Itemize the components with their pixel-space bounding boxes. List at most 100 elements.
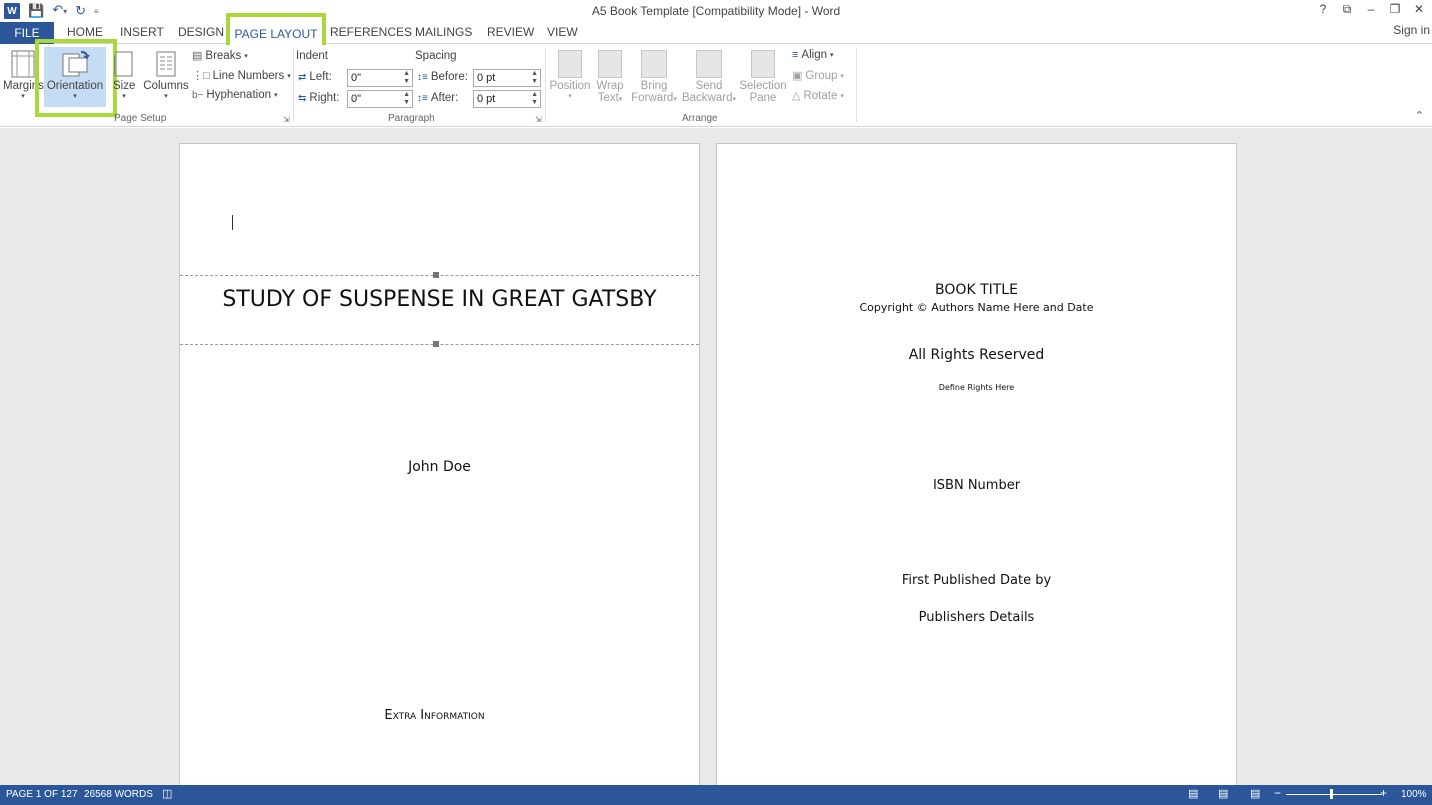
group-button[interactable]: ▣ Group ▾ [792, 69, 844, 83]
breaks-icon: ▤ [192, 50, 203, 62]
zoom-level[interactable]: 100% [1401, 789, 1427, 800]
tab-mailings[interactable]: MAILINGS [415, 25, 472, 39]
rotate-button[interactable]: △ Rotate ▾ [792, 89, 844, 103]
indent-right-value: 0" [351, 93, 362, 105]
bring-forward-button[interactable]: Bring Forward▾ [628, 50, 680, 104]
help-button[interactable]: ? [1316, 2, 1330, 17]
proofing-icon[interactable]: ◫ [162, 787, 172, 800]
header-boundary [180, 275, 699, 276]
tab-home[interactable]: HOME [67, 25, 103, 39]
all-rights-reserved[interactable]: All Rights Reserved [717, 347, 1236, 363]
extra-information[interactable]: Extra Information [175, 708, 694, 723]
spacing-after-input[interactable]: 0 pt ▲ ▼ [473, 90, 541, 108]
selection-pane-button[interactable]: Selection Pane [738, 50, 788, 104]
align-button[interactable]: ≡ Align ▾ [792, 49, 834, 61]
print-layout-icon[interactable]: ▤ [1218, 787, 1228, 800]
hyphenation-icon: b− [192, 89, 204, 101]
size-button[interactable]: Size ▾ [113, 50, 135, 100]
wrap-text-label-2: Text [597, 92, 619, 104]
columns-label: Columns [143, 80, 189, 92]
group-label: Group [805, 69, 838, 82]
spacing-before-spinner-icon[interactable]: ▲ ▼ [531, 70, 538, 86]
line-numbers-button[interactable]: ⋮□ Line Numbers ▾ [192, 69, 291, 83]
header-boundary [180, 344, 699, 345]
status-bar: PAGE 1 OF 127 26568 WORDS ◫ ▤ ▤ ▤ − + 10… [0, 785, 1432, 805]
columns-button[interactable]: Columns ▾ [142, 50, 190, 100]
word-count[interactable]: 26568 WORDS [84, 789, 153, 800]
arrange-group-label: Arrange [682, 113, 718, 124]
author-name[interactable]: John Doe [180, 459, 699, 475]
selection-pane-label-1: Selection [739, 80, 787, 92]
spacing-after-row: ↕≡ After: [417, 92, 458, 104]
document-workspace[interactable]: STUDY OF SUSPENSE IN GREAT GATSBY John D… [0, 128, 1432, 785]
sign-in-link[interactable]: Sign in [1393, 23, 1430, 37]
window-controls: ? ⧉ – ❐ ✕ [1316, 2, 1426, 17]
spacing-before-input[interactable]: 0 pt ▲ ▼ [473, 69, 541, 87]
bring-forward-label-1: Bring [640, 80, 668, 92]
spacing-after-spinner-icon[interactable]: ▲ ▼ [531, 91, 538, 107]
collapse-ribbon-icon[interactable]: ⌃ [1415, 109, 1424, 122]
tab-review[interactable]: REVIEW [487, 25, 534, 39]
resize-handle[interactable] [433, 341, 439, 347]
book-title[interactable]: BOOK TITLE [717, 282, 1236, 298]
margins-icon [11, 50, 35, 78]
indent-left-label: Left: [309, 71, 332, 83]
first-published[interactable]: First Published Date by [717, 573, 1236, 588]
tab-design[interactable]: DESIGN [178, 25, 224, 39]
tab-references[interactable]: REFERENCES [330, 25, 412, 39]
wrap-text-button[interactable]: Wrap Text▾ [592, 50, 628, 104]
send-backward-button[interactable]: Send Backward▾ [680, 50, 738, 104]
tab-insert[interactable]: INSERT [120, 25, 164, 39]
isbn-number[interactable]: ISBN Number [717, 478, 1236, 493]
indent-left-input[interactable]: 0" ▲ ▼ [347, 69, 413, 87]
indent-left-spinner-icon[interactable]: ▲ ▼ [403, 70, 410, 86]
page-1[interactable]: STUDY OF SUSPENSE IN GREAT GATSBY John D… [179, 143, 700, 785]
line-numbers-label: Line Numbers [212, 69, 285, 82]
zoom-in-icon[interactable]: + [1380, 786, 1387, 800]
page-2[interactable]: BOOK TITLE Copyright © Authors Name Here… [716, 143, 1237, 785]
send-backward-label-1: Send [695, 80, 723, 92]
bring-forward-label-2: Forward [631, 92, 674, 104]
align-label: Align [801, 49, 827, 61]
restore-button[interactable]: ❐ [1388, 2, 1402, 17]
rotate-label: Rotate [803, 89, 838, 102]
selection-pane-icon [751, 50, 775, 78]
position-button[interactable]: Position ▾ [548, 50, 592, 100]
breaks-button[interactable]: ▤ Breaks ▾ [192, 49, 248, 63]
ribbon: Margins ▾ Orientation ▾ Size ▾ Columns ▾… [0, 39, 1432, 127]
hyphenation-button[interactable]: b− Hyphenation ▾ [192, 89, 278, 101]
copyright-line[interactable]: Copyright © Authors Name Here and Date [717, 301, 1236, 314]
book-main-title[interactable]: STUDY OF SUSPENSE IN GREAT GATSBY [180, 287, 699, 312]
page-setup-launcher-icon[interactable]: ⇲ [283, 115, 290, 124]
publisher-details[interactable]: Publishers Details [717, 610, 1236, 625]
hyphenation-label: Hyphenation [206, 89, 271, 101]
zoom-slider[interactable] [1286, 794, 1382, 795]
paragraph-launcher-icon[interactable]: ⇲ [535, 115, 542, 124]
zoom-out-icon[interactable]: − [1274, 786, 1281, 800]
bring-forward-icon [641, 50, 667, 78]
position-icon [558, 50, 582, 78]
size-icon [114, 51, 133, 77]
line-numbers-icon: ⋮□ [192, 70, 210, 82]
define-rights[interactable]: Define Rights Here [717, 383, 1236, 392]
columns-icon [156, 51, 176, 77]
resize-handle[interactable] [433, 272, 439, 278]
close-button[interactable]: ✕ [1412, 2, 1426, 17]
spacing-before-row: ↕≡ Before: [417, 71, 468, 83]
paragraph-group-label: Paragraph [388, 113, 435, 124]
spacing-before-value: 0 pt [477, 72, 496, 84]
zoom-slider-thumb[interactable] [1330, 789, 1333, 799]
minimize-button[interactable]: – [1364, 2, 1378, 17]
web-layout-icon[interactable]: ▤ [1250, 787, 1260, 800]
breaks-label: Breaks [205, 49, 242, 62]
indent-right-input[interactable]: 0" ▲ ▼ [347, 90, 413, 108]
ribbon-display-button[interactable]: ⧉ [1340, 2, 1354, 17]
wrap-text-label-1: Wrap [596, 80, 624, 92]
indent-right-spinner-icon[interactable]: ▲ ▼ [403, 91, 410, 107]
spacing-after-icon: ↕≡ [417, 92, 428, 104]
tab-view[interactable]: VIEW [547, 25, 578, 39]
read-mode-icon[interactable]: ▤ [1188, 787, 1198, 800]
indent-right-icon: ⇆ [298, 92, 307, 104]
page-count[interactable]: PAGE 1 OF 127 [6, 789, 78, 800]
window-title: A5 Book Template [Compatibility Mode] - … [591, 4, 841, 18]
